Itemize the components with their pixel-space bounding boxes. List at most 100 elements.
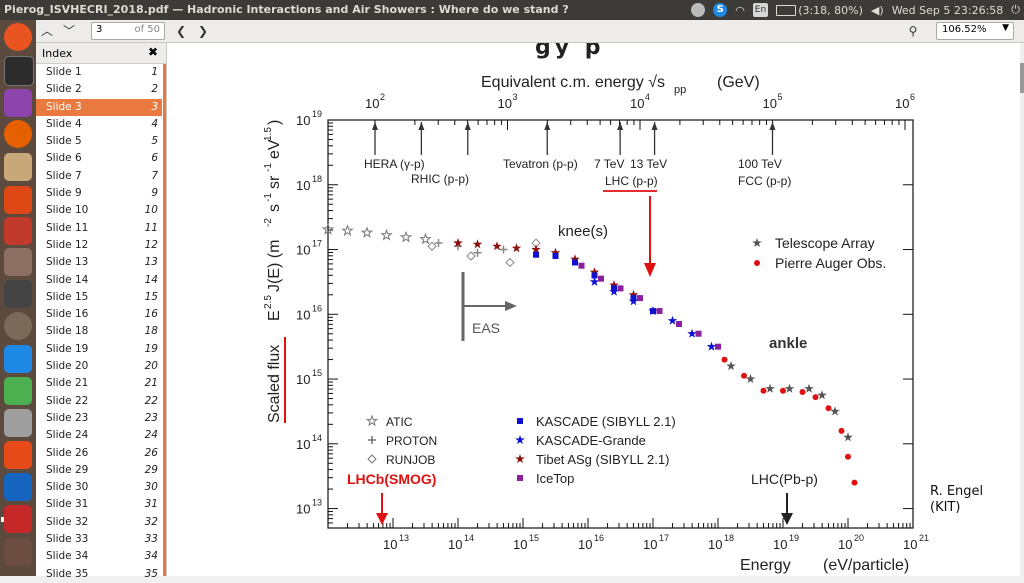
files-icon[interactable] <box>4 153 32 181</box>
data-point <box>589 276 600 286</box>
sidebar-scrollbar[interactable] <box>163 64 166 576</box>
data-point <box>472 239 483 249</box>
app-icon[interactable] <box>4 377 32 405</box>
settings-gear-icon[interactable] <box>691 3 706 17</box>
sidebar-item-slide[interactable]: Slide 4 4 <box>36 116 162 133</box>
sidebar-item-slide[interactable]: Slide 24 24 <box>36 427 162 444</box>
writer-icon[interactable] <box>4 473 32 501</box>
slide-page-number: 34 <box>144 550 158 563</box>
sidebar-item-slide[interactable]: Slide 22 22 <box>36 393 162 410</box>
data-point <box>760 387 767 394</box>
credit-line-1: R. Engel <box>930 484 984 499</box>
software-center-icon[interactable] <box>4 186 32 214</box>
sidebar-item-slide[interactable]: Slide 13 13 <box>36 254 162 271</box>
sidebar-item-slide[interactable]: Slide 30 30 <box>36 479 162 496</box>
skype-launcher-icon[interactable] <box>4 345 32 373</box>
accelerator-label: RHIC (p-p) <box>411 172 469 186</box>
y-axis-formula-exp: 2.5 <box>263 295 274 309</box>
sidebar-item-slide[interactable]: Slide 21 21 <box>36 375 162 392</box>
x-tick-label: 10 <box>578 537 592 552</box>
sidebar-item-slide[interactable]: Slide 14 14 <box>36 272 162 289</box>
data-point <box>780 387 786 394</box>
legend-marker <box>752 238 762 247</box>
sidebar-item-slide[interactable]: Slide 33 33 <box>36 531 162 548</box>
x-tick-label: 10 <box>773 537 787 552</box>
data-point <box>572 259 578 266</box>
slide-label: Slide 29 <box>46 463 89 476</box>
legend-marker <box>517 418 523 424</box>
history-forward-button[interactable]: ❯ <box>194 22 212 40</box>
document-view[interactable]: gy p 10 19 10 18 10 17 10 16 10 15 10 14 10 13 10 13 10 1… <box>167 43 1024 576</box>
impress-icon[interactable] <box>4 441 32 469</box>
skype-icon[interactable]: S <box>713 3 728 17</box>
app-icon[interactable] <box>4 538 32 566</box>
settings-tool-icon[interactable] <box>4 217 32 245</box>
sidebar-item-slide[interactable]: Slide 23 23 <box>36 410 162 427</box>
sidebar-item-slide[interactable]: Slide 19 19 <box>36 341 162 358</box>
volume-icon[interactable]: ◀) <box>871 4 884 17</box>
sidebar-item-slide[interactable]: Slide 15 15 <box>36 289 162 306</box>
history-back-button[interactable]: ❮ <box>172 22 190 40</box>
app-icon[interactable] <box>4 280 32 308</box>
app-icon[interactable] <box>4 248 32 276</box>
ubuntu-dash-icon[interactable] <box>4 23 32 51</box>
document-scrollbar[interactable] <box>1020 43 1024 576</box>
close-sidebar-icon[interactable]: ✖ <box>148 45 158 59</box>
slide-page-number: 23 <box>144 411 158 424</box>
next-page-button[interactable]: ﹀ <box>60 22 78 40</box>
sidebar-item-slide[interactable]: Slide 31 31 <box>36 496 162 513</box>
x-tick-exponent: 16 <box>594 533 604 543</box>
previous-page-button[interactable]: ︿ <box>38 22 56 40</box>
page-number-field[interactable]: 3 of 50 <box>91 22 165 40</box>
sidebar-item-slide[interactable]: Slide 3 3 <box>36 98 162 116</box>
zoom-select[interactable]: 106.52% ▼ <box>936 22 1014 40</box>
sidebar-item-slide[interactable]: Slide 5 5 <box>36 133 162 150</box>
keyboard-layout-indicator[interactable]: En <box>752 3 769 17</box>
y-axis-units: sr <box>266 175 283 189</box>
data-point <box>609 286 619 296</box>
battery-indicator[interactable]: (3:18, 80%) <box>776 4 863 17</box>
sidebar-item-slide[interactable]: Slide 18 18 <box>36 323 162 340</box>
app-icon[interactable] <box>4 312 32 340</box>
scroll-thumb[interactable] <box>1020 63 1024 93</box>
sidebar-item-slide[interactable]: Slide 7 7 <box>36 168 162 185</box>
document-viewer-icon[interactable] <box>1 505 32 533</box>
sidebar-item-slide[interactable]: Slide 2 2 <box>36 81 162 98</box>
slide-label: Slide 11 <box>46 221 89 234</box>
sidebar-item-slide[interactable]: Slide 29 29 <box>36 462 162 479</box>
data-point <box>511 243 522 253</box>
sidebar-item-slide[interactable]: Slide 10 10 <box>36 202 162 219</box>
sidebar-item-slide[interactable]: Slide 6 6 <box>36 150 162 167</box>
slide-page-number: 13 <box>144 256 158 269</box>
accelerator-arrow-head <box>617 122 624 130</box>
slide-label: Slide 23 <box>46 411 89 424</box>
sidebar-item-slide[interactable]: Slide 1 1 <box>36 64 162 81</box>
sidebar-item-slide[interactable]: Slide 35 35 <box>36 566 162 583</box>
wifi-icon[interactable]: ◠ <box>735 4 745 17</box>
sidebar-item-slide[interactable]: Slide 32 32 <box>36 514 162 531</box>
sidebar-item-slide[interactable]: Slide 9 9 <box>36 185 162 202</box>
sidebar-item-slide[interactable]: Slide 34 34 <box>36 548 162 565</box>
lhcb-label: LHCb(SMOG) <box>347 471 436 487</box>
data-point <box>706 341 717 351</box>
search-icon[interactable]: ⚲ <box>904 22 922 40</box>
sidebar-item-slide[interactable]: Slide 11 11 <box>36 220 162 237</box>
power-icon[interactable]: ⏻ <box>1011 3 1020 17</box>
data-point <box>533 251 539 258</box>
firefox-icon[interactable] <box>4 120 32 148</box>
terminal-icon[interactable] <box>4 56 34 86</box>
y-axis-title-main: Scaled flux <box>266 345 283 423</box>
clock[interactable]: Wed Sep 5 23:26:58 <box>892 4 1004 17</box>
app-icon[interactable] <box>4 89 32 117</box>
slide-page-number: 19 <box>144 342 158 355</box>
sidebar-item-slide[interactable]: Slide 20 20 <box>36 358 162 375</box>
app-icon[interactable] <box>4 409 32 437</box>
sidebar-item-slide[interactable]: Slide 12 12 <box>36 237 162 254</box>
accelerator-arrow-head <box>544 122 551 130</box>
sidebar-item-slide[interactable]: Slide 26 26 <box>36 445 162 462</box>
y-axis-title: Scaled flux E2.5 J(E) (m -2 s -1 sr -1 eV1.5) <box>263 120 286 423</box>
slide-label: Slide 32 <box>46 515 89 528</box>
sidebar-item-slide[interactable]: Slide 16 16 <box>36 306 162 323</box>
data-point <box>687 328 697 338</box>
legend-marker <box>515 435 525 444</box>
